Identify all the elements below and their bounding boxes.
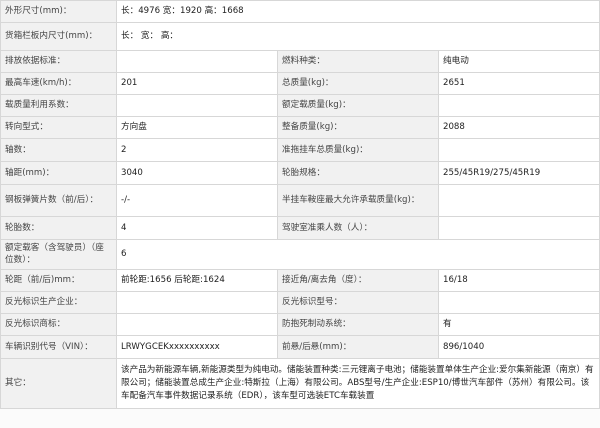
rated-load-label: 额定载质量(kg)：: [277, 94, 439, 117]
table-row: 车辆识别代号（VIN）： LRWYGCEKxxxxxxxxxx 前悬/后悬(mm…: [0, 335, 600, 359]
axles-label: 轴数：: [0, 138, 117, 162]
table-row: 排放依据标准： 燃料种类： 纯电动: [0, 50, 600, 73]
table-row: 载质量利用系数： 额定载质量(kg)：: [0, 94, 600, 117]
cab-seats-label: 驾驶室准乘人数（人）：: [277, 216, 439, 240]
tire-label: 轮胎规格：: [277, 161, 439, 185]
reflector-model-value: [438, 291, 600, 314]
steering-label: 转向型式：: [0, 116, 117, 139]
table-row: 轴距(mm)： 3040 轮胎规格： 255/45R19/275/45R19: [0, 161, 600, 185]
tire-count-value: 4: [116, 216, 278, 240]
passengers-value: 6: [116, 239, 600, 270]
abs-value: 有: [438, 313, 600, 336]
table-row: 轮胎数： 4 驾驶室准乘人数（人）：: [0, 216, 600, 240]
axles-value: 2: [116, 138, 278, 162]
reflector-brand-label: 反光标识商标：: [0, 313, 117, 336]
table-row: 外形尺寸(mm)： 长：4976 宽：1920 高：1668: [0, 0, 600, 23]
table-row: 额定载客（含驾驶员）（座位数）： 6: [0, 239, 600, 270]
table-row: 钢板弹簧片数（前/后）： -/- 半挂车鞍座最大允许承载质量(kg)：: [0, 184, 600, 217]
table-row: 轮距（前/后)mm： 前轮距:1656 后轮距:1624 接近角/离去角（度）：…: [0, 269, 600, 292]
tire-value: 255/45R19/275/45R19: [438, 161, 600, 185]
vin-value: LRWYGCEKxxxxxxxxxx: [116, 335, 278, 359]
overhang-label: 前悬/后悬(mm)：: [277, 335, 439, 359]
springs-label: 钢板弹簧片数（前/后）：: [0, 184, 117, 217]
wheelbase-value: 3040: [116, 161, 278, 185]
max-speed-label: 最高车速(km/h)：: [0, 72, 117, 95]
total-mass-value: 2651: [438, 72, 600, 95]
reflector-brand-value: [116, 313, 278, 336]
table-row: 货箱栏板内尺寸(mm)： 长： 宽： 高：: [0, 22, 600, 51]
vehicle-spec-sheet: 外形尺寸(mm)： 长：4976 宽：1920 高：1668 货箱栏板内尺寸(m…: [0, 0, 600, 428]
curb-mass-label: 整备质量(kg)：: [277, 116, 439, 139]
total-mass-label: 总质量(kg)：: [277, 72, 439, 95]
abs-label: 防抱死制动系统：: [277, 313, 439, 336]
saddle-label: 半挂车鞍座最大允许承载质量(kg)：: [277, 184, 439, 217]
cargo-dims-value: 长： 宽： 高：: [116, 22, 600, 51]
wheelbase-label: 轴距(mm)：: [0, 161, 117, 185]
springs-value: -/-: [116, 184, 278, 217]
track-value: 前轮距:1656 后轮距:1624: [116, 269, 278, 292]
trailer-mass-label: 准拖挂车总质量(kg)：: [277, 138, 439, 162]
max-speed-value: 201: [116, 72, 278, 95]
outer-dims-value: 长：4976 宽：1920 高：1668: [116, 0, 600, 23]
curb-mass-value: 2088: [438, 116, 600, 139]
remarks-value: 该产品为新能源车辆,新能源类型为纯电动。储能装置种类:三元锂离子电池；储能装置单…: [116, 358, 600, 409]
passengers-label: 额定载客（含驾驶员）（座位数）：: [0, 239, 117, 270]
remarks-label: 其它：: [0, 358, 117, 409]
track-label: 轮距（前/后)mm：: [0, 269, 117, 292]
overhang-value: 896/1040: [438, 335, 600, 359]
angles-label: 接近角/离去角（度）：: [277, 269, 439, 292]
table-row: 其它： 该产品为新能源车辆,新能源类型为纯电动。储能装置种类:三元锂离子电池；储…: [0, 358, 600, 409]
table-row: 轴数： 2 准拖挂车总质量(kg)：: [0, 138, 600, 162]
table-row: 最高车速(km/h)： 201 总质量(kg)： 2651: [0, 72, 600, 95]
emission-value: [116, 50, 278, 73]
table-row: 反光标识商标： 防抱死制动系统： 有: [0, 313, 600, 336]
cab-seats-value: [438, 216, 600, 240]
cargo-dims-label: 货箱栏板内尺寸(mm)：: [0, 22, 117, 51]
table-row: 转向型式： 方向盘 整备质量(kg)： 2088: [0, 116, 600, 139]
spec-table: 外形尺寸(mm)： 长：4976 宽：1920 高：1668 货箱栏板内尺寸(m…: [0, 0, 600, 409]
steering-value: 方向盘: [116, 116, 278, 139]
trailer-mass-value: [438, 138, 600, 162]
reflector-mfr-label: 反光标识生产企业：: [0, 291, 117, 314]
tire-count-label: 轮胎数：: [0, 216, 117, 240]
load-util-value: [116, 94, 278, 117]
reflector-model-label: 反光标识型号：: [277, 291, 439, 314]
table-row: 反光标识生产企业： 反光标识型号：: [0, 291, 600, 314]
outer-dims-label: 外形尺寸(mm)：: [0, 0, 117, 23]
fuel-type-label: 燃料种类：: [277, 50, 439, 73]
vin-label: 车辆识别代号（VIN）：: [0, 335, 117, 359]
rated-load-value: [438, 94, 600, 117]
load-util-label: 载质量利用系数：: [0, 94, 117, 117]
reflector-mfr-value: [116, 291, 278, 314]
saddle-value: [438, 184, 600, 217]
angles-value: 16/18: [438, 269, 600, 292]
fuel-type-value: 纯电动: [438, 50, 600, 73]
emission-label: 排放依据标准：: [0, 50, 117, 73]
